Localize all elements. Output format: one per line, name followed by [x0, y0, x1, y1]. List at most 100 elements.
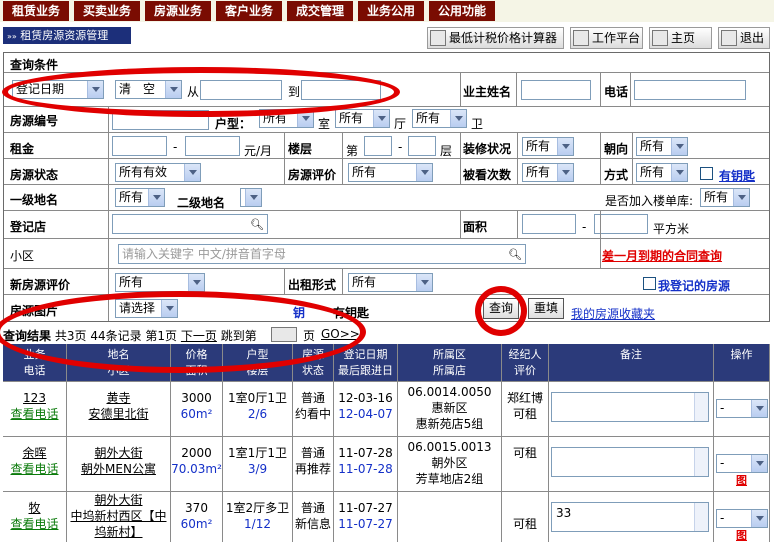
column-header: 经纪人 评价	[502, 344, 549, 382]
store-input[interactable]: 🔍︎	[112, 214, 268, 234]
col-sep	[342, 268, 343, 294]
method-select[interactable]: 所有	[636, 163, 688, 182]
rent-form-value: 所有	[352, 275, 377, 289]
bath-select[interactable]: 所有	[412, 109, 467, 128]
area-dash: -	[582, 220, 587, 234]
search-icon[interactable]: 🔍︎	[250, 216, 264, 233]
operation-select[interactable]: -	[716, 509, 768, 528]
row-place[interactable]: 朝外大街	[67, 445, 170, 461]
row-place[interactable]: 朝外大街	[67, 492, 170, 508]
floor-min-input[interactable]	[364, 136, 392, 156]
row-place[interactable]: 黄寺	[67, 390, 170, 406]
image-link[interactable]: 图	[736, 473, 747, 489]
search-icon[interactable]: 🔍︎	[508, 246, 522, 263]
reset-button[interactable]: 重填	[528, 298, 564, 319]
floor-max-input[interactable]	[408, 136, 436, 156]
scrollbar[interactable]	[694, 503, 708, 531]
hall-select[interactable]: 所有	[335, 109, 390, 128]
workbench-button[interactable]: 工作平台	[570, 27, 643, 49]
table-cell: 1室0厅1卫 2/6	[223, 382, 293, 437]
tab-sales[interactable]: 买卖业务	[74, 1, 140, 21]
tab-listings[interactable]: 房源业务	[145, 1, 211, 21]
floor-label: 楼层	[288, 142, 313, 156]
workbench-label: 工作平台	[592, 31, 641, 45]
view-phone-link[interactable]: 查看电话	[3, 406, 66, 422]
my-registered-label: 我登记的房源	[658, 279, 731, 293]
remark-textarea[interactable]: 33	[551, 502, 709, 532]
tab-clients[interactable]: 客户业务	[216, 1, 282, 21]
col-sep	[342, 132, 343, 184]
owner-input[interactable]	[521, 80, 591, 100]
level2-select[interactable]	[240, 188, 262, 207]
table-cell: -图	[714, 492, 770, 542]
chevron-down-icon	[373, 110, 389, 127]
new-rating-select[interactable]: 所有	[115, 273, 205, 292]
row-community[interactable]: 朝外MEN公寓	[67, 461, 170, 477]
level1-select[interactable]: 所有	[115, 188, 165, 207]
row-agent: 郑红博	[506, 391, 543, 405]
row-layout: 1室1厅1卫	[228, 446, 287, 460]
col-sep	[516, 73, 517, 106]
tab-deals[interactable]: 成交管理	[287, 1, 353, 21]
rent-dash: -	[173, 140, 178, 154]
rent-min-input[interactable]	[112, 136, 167, 156]
image-link[interactable]: 图	[736, 528, 747, 542]
favorites-link[interactable]: 我的房源收藏夹	[571, 305, 655, 322]
rating-select[interactable]: 所有	[348, 163, 433, 182]
row-name[interactable]: 余晖	[3, 445, 66, 461]
col-sep	[460, 132, 461, 184]
viewed-select[interactable]: 所有	[522, 163, 574, 182]
table-cell: 370 60m²	[171, 492, 223, 542]
tab-common[interactable]: 公用功能	[429, 1, 495, 21]
home-button[interactable]: 主页	[649, 27, 712, 49]
decor-select[interactable]: 所有	[522, 137, 574, 156]
table-cell: 2000 70.03m²	[171, 437, 223, 492]
col-sep	[632, 132, 633, 184]
method-value: 所有	[640, 165, 665, 179]
row-community[interactable]: 安德里北街	[67, 406, 170, 422]
remark-textarea[interactable]	[551, 447, 709, 477]
phone-input[interactable]	[634, 80, 746, 100]
floor-dash: -	[398, 140, 403, 154]
area-max-input[interactable]	[594, 214, 648, 234]
rent-max-input[interactable]	[185, 136, 240, 156]
tab-shared[interactable]: 业务公用	[358, 1, 424, 21]
tax-calculator-button[interactable]: 最低计税价格计算器	[427, 27, 564, 49]
table-cell: 3000 60m²	[171, 382, 223, 437]
has-key-checkbox[interactable]	[700, 167, 713, 180]
row-name[interactable]: 牧	[3, 500, 66, 516]
page-title-text: 租赁房源资源管理	[20, 29, 109, 42]
operation-select[interactable]: -	[716, 399, 768, 418]
table-cell: 33	[549, 492, 714, 542]
scrollbar[interactable]	[694, 448, 708, 476]
expiring-contracts-link[interactable]: 差一月到期的合同查询	[602, 247, 722, 264]
remark-textarea[interactable]	[551, 392, 709, 422]
row-name[interactable]: 123	[3, 390, 66, 406]
chevron-down-icon	[671, 164, 687, 181]
row-floor: 1/12	[244, 517, 271, 531]
logout-button[interactable]: 退出	[718, 27, 770, 49]
header-top: 操作	[730, 348, 753, 361]
view-phone-link[interactable]: 查看电话	[3, 516, 66, 532]
operation-select[interactable]: -	[716, 454, 768, 473]
header-top: 所属区	[433, 348, 466, 361]
row-community[interactable]: 中坞新村西区【中坞新村】	[67, 508, 170, 540]
top-nav: 租赁业务 买卖业务 房源业务 客户业务 成交管理 业务公用 公用功能	[0, 0, 774, 22]
bldg-lib-select[interactable]: 所有	[700, 188, 750, 207]
viewed-value: 所有	[526, 165, 551, 179]
community-input[interactable]: 请输入关键字 中文/拼音首字母 🔍︎	[118, 244, 526, 264]
status-select[interactable]: 所有有效	[115, 163, 201, 182]
store-label: 登记店	[10, 220, 47, 234]
tab-rental[interactable]: 租赁业务	[3, 1, 69, 21]
rent-form-select[interactable]: 所有	[348, 273, 433, 292]
my-registered-checkbox[interactable]	[643, 277, 656, 290]
orient-label: 朝向	[604, 142, 629, 156]
area-min-input[interactable]	[522, 214, 576, 234]
table-cell: 牧查看电话	[3, 492, 67, 542]
orient-select[interactable]: 所有	[636, 137, 688, 156]
view-phone-link[interactable]: 查看电话	[3, 461, 66, 477]
remark-value: 33	[556, 506, 572, 520]
orient-value: 所有	[640, 139, 665, 153]
scrollbar[interactable]	[694, 393, 708, 421]
divider	[3, 184, 770, 185]
